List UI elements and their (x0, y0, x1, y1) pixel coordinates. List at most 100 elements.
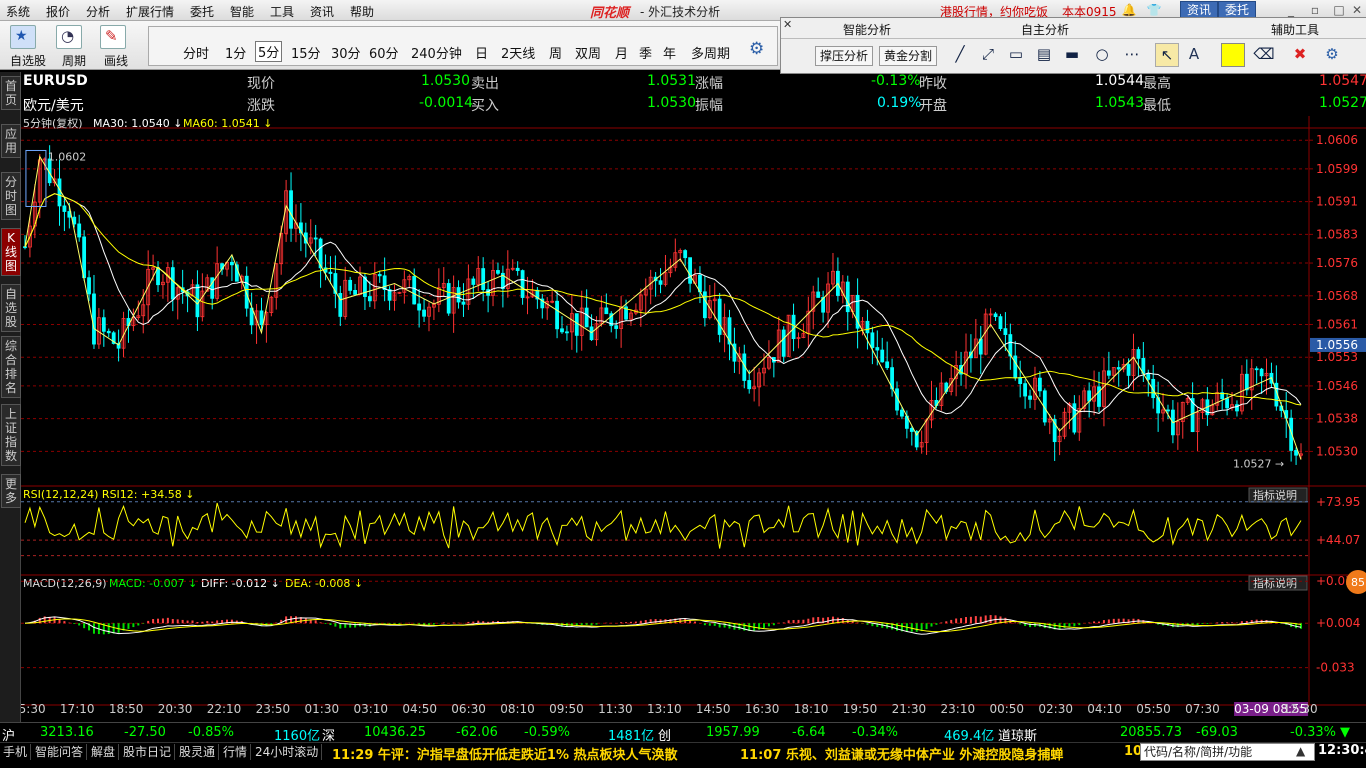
candle-body (328, 271, 333, 274)
status-tab-lingtong[interactable]: 股灵通 (176, 744, 220, 760)
period-month[interactable]: 月 (615, 43, 628, 62)
font-tool-icon[interactable]: A (1183, 43, 1205, 65)
period-2day[interactable]: 2天线 (501, 43, 535, 62)
period-60m[interactable]: 60分 (369, 43, 399, 62)
candle-body (683, 250, 688, 259)
cursor-tool-icon[interactable]: ↖ (1155, 43, 1179, 67)
panel-close-icon[interactable]: ✕ (783, 18, 792, 31)
period-week[interactable]: 周 (549, 43, 562, 62)
menu-info[interactable]: 资讯 (310, 3, 334, 20)
candle-body (880, 349, 885, 363)
period-day[interactable]: 日 (475, 43, 488, 62)
sidebar-tab-watchlist[interactable]: 自选股 (1, 284, 21, 332)
candle-body (195, 284, 200, 318)
sidebar-tab-timeshare[interactable]: 分时图 (1, 172, 21, 220)
time-tick-label: 13:10 (647, 702, 682, 716)
sidebar-tab-kline[interactable]: K线图 (1, 228, 21, 276)
candle-body (589, 326, 594, 341)
ticker-sh-pct: -0.85% (188, 725, 234, 740)
period-timeshare[interactable]: 分时 (183, 43, 209, 62)
sidebar-tab-ranking[interactable]: 综合排名 (1, 336, 21, 398)
sidebar-tab-more[interactable]: 更多 (1, 474, 21, 508)
menu-analysis[interactable]: 分析 (86, 3, 110, 20)
ticker-cy-pct: -0.34% (852, 725, 898, 740)
candle-body (382, 275, 387, 290)
line-tool-icon[interactable]: ╱ (949, 43, 971, 65)
candle-body (82, 236, 87, 279)
panel-tab-self-analysis[interactable]: 自主分析 (1021, 21, 1069, 38)
color-swatch[interactable] (1221, 43, 1245, 67)
search-dropdown-icon[interactable]: ▲ (1296, 744, 1305, 758)
field-value-bid: 1.0530 (647, 95, 696, 111)
period-5m[interactable]: 5分 (255, 41, 283, 62)
arrow-line-tool-icon[interactable]: ⤢ (977, 43, 999, 65)
news-ticker-1[interactable]: 11:29 午评：沪指早盘低开低走跌近1% 热点板块人气涣散 (332, 744, 678, 763)
support-resistance-button[interactable]: 撑压分析 (815, 46, 874, 66)
draw-pen-icon[interactable]: ✎ (100, 25, 126, 49)
sidebar-tab-sh-index[interactable]: 上证指数 (1, 404, 21, 466)
restore-icon[interactable]: □ (1330, 2, 1348, 18)
menu-system[interactable]: 系统 (6, 3, 30, 20)
field-value-price: 1.0530 (421, 73, 470, 89)
more-tools-icon[interactable]: ⋯ (1121, 43, 1143, 65)
period-240m[interactable]: 240分钟 (411, 43, 462, 62)
panel-settings-icon[interactable]: ⚙ (1321, 43, 1343, 65)
menu-help[interactable]: 帮助 (350, 3, 374, 20)
delete-tool-icon[interactable]: ✖ (1289, 43, 1311, 65)
status-tab-mobile[interactable]: 手机 (0, 744, 32, 760)
candle-body (555, 300, 559, 330)
status-tab-quote[interactable]: 行情 (220, 744, 252, 760)
sidebar-tab-apps[interactable]: 应用 (1, 124, 21, 158)
eraser-tool-icon[interactable]: ⌫ (1253, 43, 1275, 65)
kline-period-label: 5分钟(复权) (23, 116, 83, 130)
menu-tools[interactable]: 工具 (270, 3, 294, 20)
status-tab-qa[interactable]: 智能问答 (32, 744, 88, 760)
candle-body (885, 361, 890, 369)
status-tab-diary[interactable]: 股市日记 (120, 744, 176, 760)
period-year[interactable]: 年 (663, 43, 676, 62)
channel-tool-icon[interactable]: ▤ (1033, 43, 1055, 65)
symbol-name: 欧元/美元 (23, 98, 84, 114)
period-30m[interactable]: 30分 (331, 43, 361, 62)
period-quarter[interactable]: 季 (639, 43, 652, 62)
status-tab-commentary[interactable]: 解盘 (88, 744, 120, 760)
panel-tab-aux-tools[interactable]: 辅助工具 (1271, 21, 1319, 38)
circle-tool-icon[interactable]: ○ (1091, 43, 1113, 65)
bell-icon[interactable]: 🔔 (1120, 2, 1138, 18)
panel-tab-smart-analysis[interactable]: 智能分析 (843, 21, 891, 38)
time-tick-label: 01:30 (305, 702, 340, 716)
text-tool-icon[interactable]: ▬ (1061, 43, 1083, 65)
rect-tool-icon[interactable]: ▭ (1005, 43, 1027, 65)
price-tick-label: 1.0591 (1316, 195, 1358, 209)
period-multi[interactable]: 多周期 (691, 43, 730, 62)
time-tick-label: 12:30 (1283, 702, 1318, 716)
code-search-input[interactable]: 代码/名称/简拼/功能 (1140, 743, 1315, 761)
menu-extended-quote[interactable]: 扩展行情 (126, 3, 174, 20)
watchlist-star-icon[interactable]: ★ (10, 25, 36, 49)
sidebar-tab-home[interactable]: 首页 (1, 76, 21, 110)
news-ticker-2[interactable]: 11:07 乐视、刘益谦或无缘中体产业 外滩控股隐身捕蝉 (740, 744, 1063, 763)
minimize-icon[interactable]: _ (1282, 2, 1300, 18)
menu-quote[interactable]: 报价 (46, 3, 70, 20)
close-icon[interactable]: ✕ (1348, 2, 1366, 18)
clock: 12:30:48 (1318, 743, 1366, 758)
ticker-down-arrow-icon: ▼ (1340, 725, 1350, 740)
period-15m[interactable]: 15分 (291, 43, 321, 62)
symbol-code: EURUSD (23, 73, 88, 89)
settings-gear-icon[interactable]: ⚙ (749, 39, 764, 59)
status-tab-24h[interactable]: 24小时滚动 (252, 744, 323, 760)
period-clock-icon[interactable]: ◔ (56, 25, 82, 49)
menu-trade[interactable]: 委托 (190, 3, 214, 20)
ticker-sz-pct: -0.59% (524, 725, 570, 740)
kline-chart-svg[interactable]: 1.0606 1.0599 1.0591 1.0583 1.0576 1.0568 1.05… (11, 116, 1366, 722)
maximize-icon[interactable]: ▫ (1306, 2, 1324, 18)
shirt-icon[interactable]: 👕 (1145, 2, 1163, 18)
period-biweek[interactable]: 双周 (575, 43, 601, 62)
ticker-dow-pct: -0.33% (1290, 725, 1336, 740)
candle-body (658, 280, 663, 285)
golden-ratio-button[interactable]: 黄金分割 (879, 46, 938, 66)
chart-area[interactable]: 1.0606 1.0599 1.0591 1.0583 1.0576 1.0568 1.05… (11, 116, 1366, 722)
menu-smart[interactable]: 智能 (230, 3, 254, 20)
macd-legend: MACD: -0.007 ↓ (109, 577, 197, 590)
period-1m[interactable]: 1分 (225, 43, 246, 62)
